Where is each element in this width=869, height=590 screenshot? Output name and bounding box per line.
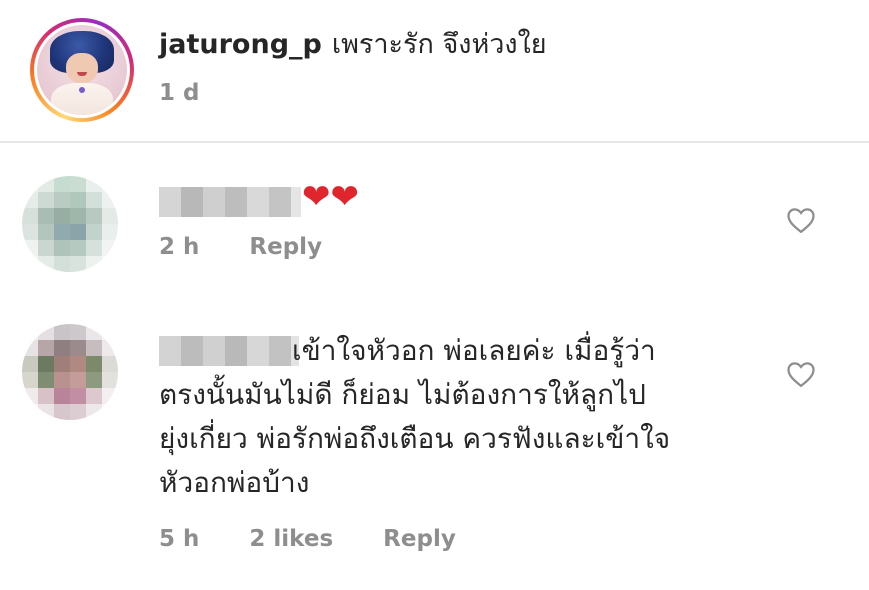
comment-avatar-blurred[interactable] [22,324,118,420]
story-avatar[interactable] [30,18,134,122]
comment-2-meta: 5 h 2 likes Reply [159,526,456,552]
heart-emoji: ❤❤ [302,177,359,217]
post-caption: เพราะรัก จึงห่วงใย [331,29,547,60]
avatar-photo [37,25,127,115]
comment-timestamp: 2 h [159,234,200,260]
comment-1-text: ❤❤ [302,174,359,219]
post-timestamp: 1 d [159,80,200,106]
comment-username-blurred[interactable] [159,187,301,217]
reply-button[interactable]: Reply [383,526,456,552]
comment-text-line: ยุ่งเกี่ยว พ่อรักพ่อถึงเตือน ควรฟังและเข… [159,422,671,455]
comment-text-line: เข้าใจหัวอก พ่อเลยค่ะ เมื่อรู้ว่า [292,334,656,367]
comment-1-meta: 2 h Reply [159,234,322,260]
likes-count[interactable]: 2 likes [249,526,333,552]
divider [0,141,869,143]
comment-timestamp: 5 h [159,526,200,552]
post-username[interactable]: jaturong_p [159,29,322,60]
comment-text-line: หัวอกพ่อบ้าง [159,466,310,499]
comment-avatar-blurred[interactable] [22,176,118,272]
comment-2-text: เข้าใจหัวอก พ่อเลยค่ะ เมื่อรู้ว่า ตรงนั้… [159,329,779,505]
reply-button[interactable]: Reply [249,234,322,260]
post-header: jaturong_p เพราะรัก จึงห่วงใย 1 d [0,0,869,141]
post-caption-line: jaturong_p เพราะรัก จึงห่วงใย [159,27,547,63]
avatar-brooch [79,87,85,93]
like-heart-icon[interactable] [786,206,816,234]
avatar-face [66,53,98,83]
avatar-frame [34,22,130,118]
comment-text-line: ตรงนั้นมันไม่ดี ก็ย่อม ไม่ต้องการให้ลูกไ… [159,378,646,411]
like-heart-icon[interactable] [786,360,816,388]
